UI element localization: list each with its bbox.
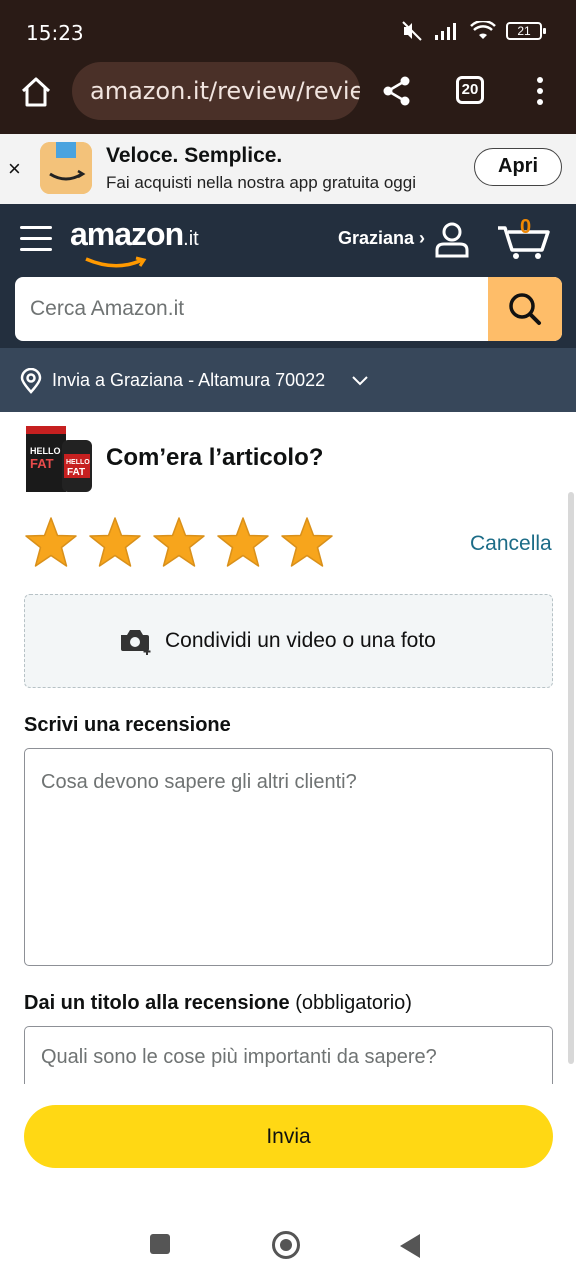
amazon-smile-icon	[85, 256, 147, 268]
review-label: Scrivi una recensione	[24, 714, 231, 736]
url-text: amazon.it/review/revie	[90, 77, 360, 105]
review-textarea[interactable]	[24, 748, 553, 966]
submit-button[interactable]: Invia	[24, 1105, 553, 1168]
status-bar: 15:23 21	[0, 0, 576, 62]
product-bottle-text-top: HELLO	[66, 459, 90, 466]
browser-toolbar: amazon.it/review/revie 20	[0, 62, 576, 134]
product-bottle-text-bottom: FAT	[67, 467, 85, 478]
upload-media-button[interactable]: Condividi un video o una foto	[24, 594, 553, 688]
product-image-text-top: HELLO	[30, 446, 61, 456]
product-rating-question: Com’era l’articolo?	[106, 444, 324, 471]
star-2-icon[interactable]	[88, 516, 142, 570]
search-bar	[15, 277, 562, 341]
mute-icon	[402, 21, 422, 41]
back-icon[interactable]	[400, 1234, 420, 1258]
star-1-icon[interactable]	[24, 516, 78, 570]
home-circle-icon[interactable]	[272, 1231, 300, 1259]
account-link[interactable]: Graziana ›	[338, 228, 425, 249]
banner-subtitle: Fai acquisti nella nostra app gratuita o…	[106, 173, 416, 192]
product-image: HELLO FAT HELLO FAT	[26, 426, 92, 492]
banner-title: Veloce. Semplice.	[106, 144, 283, 167]
status-time: 15:23	[26, 21, 84, 45]
close-icon[interactable]: ×	[8, 156, 21, 182]
account-icon[interactable]	[434, 220, 470, 258]
recents-icon[interactable]	[150, 1234, 170, 1254]
hamburger-menu-icon[interactable]	[20, 226, 52, 252]
title-label-note: (obbligatorio)	[295, 992, 412, 1014]
open-app-button[interactable]: Apri	[474, 148, 562, 186]
chevron-down-icon	[352, 376, 368, 386]
scrollbar[interactable]	[568, 492, 574, 1064]
upload-media-label: Condividi un video o una foto	[165, 629, 436, 652]
delivery-location-text: Invia a Graziana - Altamura 70022	[52, 370, 326, 390]
review-title-input[interactable]	[24, 1026, 553, 1088]
system-navigation-bar	[0, 1204, 576, 1280]
amazon-app-logo	[40, 142, 92, 194]
more-menu-icon[interactable]	[530, 76, 550, 106]
star-3-icon[interactable]	[152, 516, 206, 570]
delivery-location-bar[interactable]: Invia a Graziana - Altamura 70022	[0, 348, 576, 412]
tabs-count-button[interactable]: 20	[456, 76, 484, 104]
url-bar[interactable]: amazon.it/review/revie	[72, 62, 360, 120]
title-label-text: Dai un titolo alla recensione	[24, 992, 290, 1014]
signal-icon	[435, 23, 456, 40]
star-5-icon[interactable]	[280, 516, 334, 570]
search-button[interactable]	[488, 277, 562, 341]
battery-icon: 21	[506, 22, 546, 40]
title-label: Dai un titolo alla recensione (obbligato…	[24, 992, 412, 1015]
share-icon[interactable]	[380, 74, 414, 108]
site-header: amazon.it Graziana › 0	[0, 204, 576, 348]
add-photo-icon	[121, 630, 151, 655]
star-4-icon[interactable]	[216, 516, 270, 570]
app-install-banner: × Veloce. Semplice. Fai acquisti nella n…	[0, 134, 576, 204]
clear-rating-link[interactable]: Cancella	[470, 532, 552, 556]
wifi-icon	[470, 21, 496, 39]
amazon-logo[interactable]: amazon.it	[70, 216, 199, 253]
search-icon	[509, 293, 541, 325]
home-icon[interactable]	[18, 74, 54, 110]
star-rating	[24, 516, 334, 570]
product-image-text-bottom: FAT	[30, 456, 54, 471]
status-icons: 21	[400, 20, 546, 42]
cart-count: 0	[520, 216, 532, 238]
location-pin-icon	[20, 368, 42, 394]
search-input[interactable]	[15, 277, 488, 341]
